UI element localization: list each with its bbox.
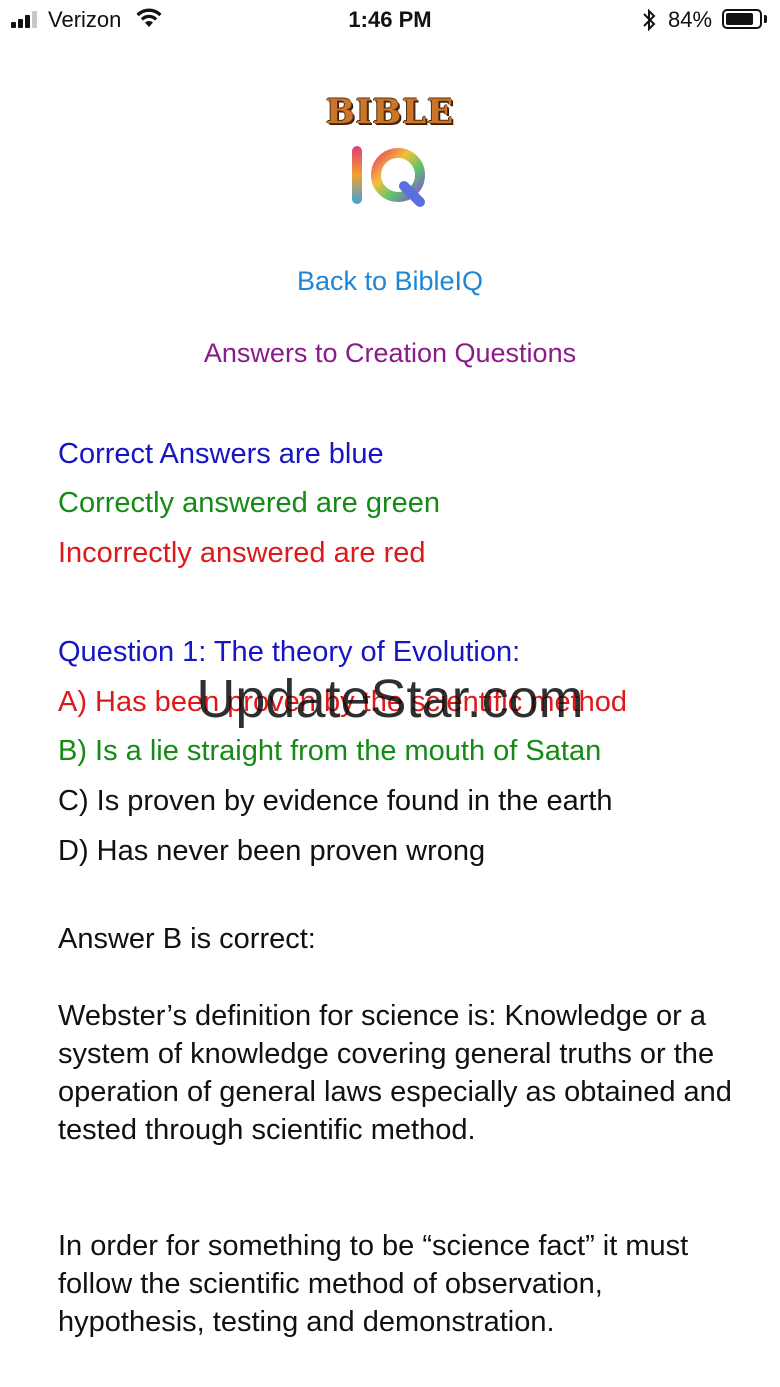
- logo-iq-mark: IQ: [352, 146, 425, 207]
- answer-paragraph-1: Webster’s definition for science is: Kno…: [58, 1000, 732, 1146]
- battery-percent: 84%: [668, 7, 713, 32]
- back-to-bibleiq-link[interactable]: Back to BibleIQ: [0, 266, 780, 297]
- question-text: Question 1: The theory of Evolution:: [58, 636, 521, 668]
- answer-heading: Answer B is correct:: [58, 923, 316, 955]
- battery-nub: [764, 15, 767, 23]
- bibleiq-logo: BIBLE IQ: [310, 88, 470, 228]
- legend-incorrectly-answered-red: Incorrectly answered are red: [58, 537, 426, 569]
- logo-bible-wordmark: BIBLE: [325, 92, 455, 132]
- bluetooth-icon: [643, 8, 656, 32]
- status-bar: Verizon 1:46 PM 84%: [0, 0, 780, 40]
- page-title: Answers to Creation Questions: [203, 338, 577, 368]
- battery-level-fill: [726, 13, 753, 25]
- answer-paragraph-2: In order for something to be “science fa…: [58, 1230, 689, 1338]
- option-b: B) Is a lie straight from the mouth of S…: [58, 735, 602, 767]
- battery-icon: [722, 9, 762, 29]
- legend-correct-blue: Correct Answers are blue: [58, 438, 384, 470]
- option-a: A) Has been proven by the scientific met…: [58, 686, 628, 718]
- legend-correctly-answered-green: Correctly answered are green: [58, 487, 441, 519]
- option-d: D) Has never been proven wrong: [58, 835, 486, 867]
- option-c: C) Is proven by evidence found in the ea…: [58, 785, 613, 817]
- status-time: 1:46 PM: [348, 7, 432, 32]
